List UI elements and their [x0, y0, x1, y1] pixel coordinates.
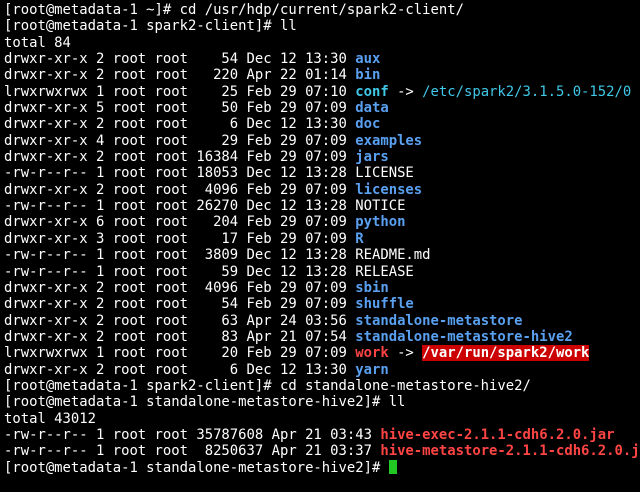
line-text: [root@metadata-1 spark2-client]# cd stan…: [4, 377, 531, 394]
symlink-target: /var/run/spark2/work: [422, 345, 590, 362]
file-meta: drwxr-xr-x 6 root root 204 Feb 29 07:09: [4, 214, 356, 231]
file-meta: drwxr-xr-x 2 root root 220 Apr 22 01:14: [4, 67, 356, 84]
line-text: total 43012: [4, 410, 96, 427]
symlink-target: /etc/spark2/3.1.5.0-152/0: [422, 83, 632, 100]
listing-row: drwxr-xr-x 3 root root 17 Feb 29 07:09 R: [4, 231, 640, 247]
file-meta: drwxr-xr-x 2 root root 4096 Feb 29 07:09: [4, 181, 356, 198]
listing-row: drwxr-xr-x 2 root root 6 Dec 12 13:30 ya…: [4, 362, 640, 378]
listing-row: drwxr-xr-x 2 root root 4096 Feb 29 07:09…: [4, 280, 640, 296]
line-text: [root@metadata-1 ~]# cd /usr/hdp/current…: [4, 2, 464, 18]
symlink-arrow: ->: [388, 83, 423, 100]
terminal-window[interactable]: [root@metadata-1 ~]# cd /usr/hdp/current…: [0, 0, 640, 492]
file-meta: drwxr-xr-x 5 root root 50 Feb 29 07:09: [4, 100, 356, 117]
listing-row: drwxr-xr-x 5 root root 50 Feb 29 07:09 d…: [4, 100, 640, 116]
line-text: [root@metadata-1 standalone-metastore-hi…: [4, 394, 406, 411]
listing-row: -rw-r--r-- 1 root root 35787608 Apr 21 0…: [4, 427, 640, 443]
file-name: bin: [355, 67, 381, 84]
listing-row: drwxr-xr-x 2 root root 4096 Feb 29 07:09…: [4, 182, 640, 198]
file-name: examples: [355, 132, 423, 149]
output-line: total 84: [4, 35, 640, 51]
listing-row: -rw-r--r-- 1 root root 8250637 Apr 21 03…: [4, 443, 640, 459]
listing-row: drwxr-xr-x 2 root root 63 Apr 24 03:56 s…: [4, 313, 640, 329]
file-meta: lrwxrwxrwx 1 root root 25 Feb 29 07:10: [4, 83, 356, 100]
file-meta: -rw-r--r-- 1 root root 59 Dec 12 13:28: [4, 263, 356, 280]
file-name: hive-exec-2.1.1-cdh6.2.0.jar: [380, 426, 615, 443]
output-line: [root@metadata-1 spark2-client]# ll: [4, 18, 640, 34]
prompt-line: [root@metadata-1 standalone-metastore-hi…: [4, 459, 640, 476]
file-name: sbin: [355, 279, 389, 296]
file-name: shuffle: [355, 296, 414, 313]
listing-row: drwxr-xr-x 2 root root 220 Apr 22 01:14 …: [4, 67, 640, 83]
output-line: total 43012: [4, 411, 640, 427]
listing-row: drwxr-xr-x 4 root root 29 Feb 29 07:09 e…: [4, 133, 640, 149]
file-name: NOTICE: [355, 198, 406, 215]
output-line: [root@metadata-1 ~]# cd /usr/hdp/current…: [4, 2, 640, 18]
file-meta: drwxr-xr-x 2 root root 6 Dec 12 13:30: [4, 116, 356, 133]
file-meta: -rw-r--r-- 1 root root 35787608 Apr 21 0…: [4, 426, 381, 443]
file-meta: drwxr-xr-x 4 root root 29 Feb 29 07:09: [4, 132, 356, 149]
file-name: standalone-metastore-hive2: [355, 328, 573, 345]
file-meta: -rw-r--r-- 1 root root 8250637 Apr 21 03…: [4, 443, 381, 460]
file-meta: drwxr-xr-x 3 root root 17 Feb 29 07:09: [4, 230, 356, 247]
file-meta: -rw-r--r-- 1 root root 3809 Dec 12 13:28: [4, 247, 356, 264]
file-name: aux: [355, 51, 381, 68]
listing-row: -rw-r--r-- 1 root root 26270 Dec 12 13:2…: [4, 198, 640, 214]
listing-row: drwxr-xr-x 2 root root 16384 Feb 29 07:0…: [4, 149, 640, 165]
file-name: python: [355, 214, 406, 231]
file-meta: drwxr-xr-x 2 root root 83 Apr 21 07:54: [4, 328, 356, 345]
cursor-block[interactable]: [388, 459, 397, 474]
file-name: hive-metastore-2.1.1-cdh6.2.0.jar: [380, 443, 640, 460]
listing-row: lrwxrwxrwx 1 root root 20 Feb 29 07:09 w…: [4, 345, 640, 362]
file-name: data: [355, 100, 389, 117]
file-meta: drwxr-xr-x 2 root root 16384 Feb 29 07:0…: [4, 149, 356, 166]
output-line: [root@metadata-1 standalone-metastore-hi…: [4, 394, 640, 410]
file-name: README.md: [355, 247, 431, 264]
file-name: LICENSE: [355, 165, 414, 182]
file-meta: drwxr-xr-x 2 root root 63 Apr 24 03:56: [4, 312, 356, 329]
prompt-text: [root@metadata-1 standalone-metastore-hi…: [4, 459, 389, 476]
listing-row: lrwxrwxrwx 1 root root 25 Feb 29 07:10 c…: [4, 84, 640, 100]
listing-row: drwxr-xr-x 6 root root 204 Feb 29 07:09 …: [4, 214, 640, 230]
output-line: [root@metadata-1 spark2-client]# cd stan…: [4, 378, 640, 394]
file-meta: lrwxrwxrwx 1 root root 20 Feb 29 07:09: [4, 345, 356, 362]
file-meta: drwxr-xr-x 2 root root 54 Dec 12 13:30: [4, 51, 356, 68]
file-meta: -rw-r--r-- 1 root root 18053 Dec 12 13:2…: [4, 165, 356, 182]
listing-row: drwxr-xr-x 2 root root 54 Feb 29 07:09 s…: [4, 296, 640, 312]
listing-row: drwxr-xr-x 2 root root 6 Dec 12 13:30 do…: [4, 116, 640, 132]
file-name: jars: [355, 149, 389, 166]
file-name: R: [355, 230, 364, 247]
file-name: doc: [355, 116, 381, 133]
file-meta: drwxr-xr-x 2 root root 4096 Feb 29 07:09: [4, 279, 356, 296]
file-name: standalone-metastore: [355, 312, 523, 329]
listing-row: drwxr-xr-x 2 root root 54 Dec 12 13:30 a…: [4, 51, 640, 67]
line-text: total 84: [4, 34, 71, 51]
file-meta: drwxr-xr-x 2 root root 54 Feb 29 07:09: [4, 296, 356, 313]
file-name: RELEASE: [355, 263, 414, 280]
listing-row: drwxr-xr-x 2 root root 83 Apr 21 07:54 s…: [4, 329, 640, 345]
file-meta: drwxr-xr-x 2 root root 6 Dec 12 13:30: [4, 361, 356, 378]
listing-row: -rw-r--r-- 1 root root 59 Dec 12 13:28 R…: [4, 264, 640, 280]
symlink-arrow: ->: [388, 345, 423, 362]
file-name: work: [355, 345, 389, 362]
line-text: [root@metadata-1 spark2-client]# ll: [4, 18, 297, 35]
listing-row: -rw-r--r-- 1 root root 3809 Dec 12 13:28…: [4, 247, 640, 263]
file-name: conf: [355, 83, 389, 100]
file-name: yarn: [355, 361, 389, 378]
listing-row: -rw-r--r-- 1 root root 18053 Dec 12 13:2…: [4, 165, 640, 181]
file-name: licenses: [355, 181, 423, 198]
file-meta: -rw-r--r-- 1 root root 26270 Dec 12 13:2…: [4, 198, 356, 215]
